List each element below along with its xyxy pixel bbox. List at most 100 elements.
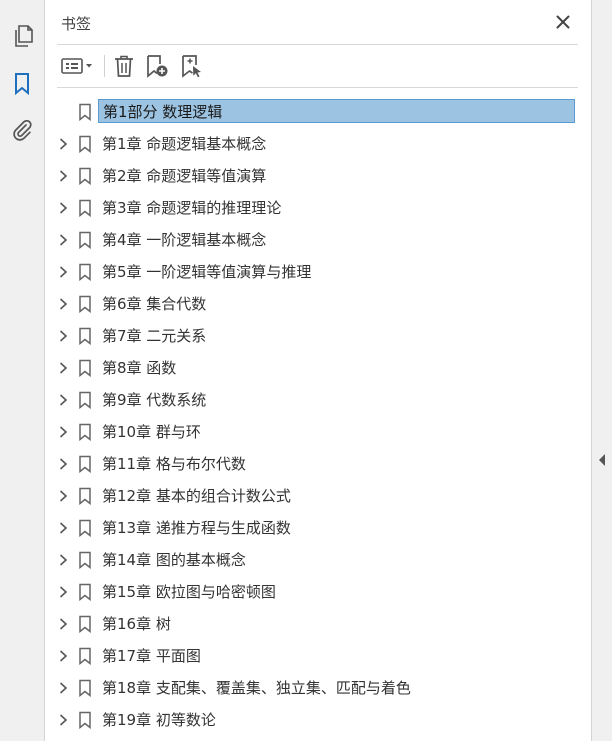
bookmark-icon bbox=[79, 583, 91, 601]
bookmark-label[interactable]: 第12章 基本的组合计数公式 bbox=[98, 484, 295, 508]
bookmark-item[interactable]: 第6章 集合代数 bbox=[45, 288, 591, 320]
toolbar-divider bbox=[57, 87, 578, 88]
toolbar-separator bbox=[104, 55, 105, 77]
chevron-right-icon[interactable] bbox=[56, 137, 70, 151]
bookmark-label[interactable]: 第7章 二元关系 bbox=[98, 324, 210, 348]
chevron-right-icon[interactable] bbox=[56, 329, 70, 343]
header-divider bbox=[57, 44, 578, 45]
trash-icon bbox=[115, 55, 133, 77]
bookmark-label[interactable]: 第5章 一阶逻辑等值演算与推理 bbox=[98, 260, 315, 284]
bookmark-item[interactable]: 第12章 基本的组合计数公式 bbox=[45, 480, 591, 512]
new-bookmark-button[interactable] bbox=[144, 52, 170, 80]
bookmark-item[interactable]: 第3章 命题逻辑的推理理论 bbox=[45, 192, 591, 224]
pages-icon bbox=[15, 25, 33, 47]
panel-title: 书签 bbox=[61, 15, 92, 33]
collapse-rail[interactable] bbox=[591, 0, 612, 741]
bookmark-item[interactable]: 第1部分 数理逻辑 bbox=[45, 96, 591, 128]
bookmark-item[interactable]: 第5章 一阶逻辑等值演算与推理 bbox=[45, 256, 591, 288]
chevron-right-icon[interactable] bbox=[56, 297, 70, 311]
bookmark-icon bbox=[79, 615, 91, 633]
bookmark-label[interactable]: 第1章 命题逻辑基本概念 bbox=[98, 132, 270, 156]
bookmarks-toolbar bbox=[45, 46, 591, 86]
bookmark-item[interactable]: 第9章 代数系统 bbox=[45, 384, 591, 416]
bookmark-icon bbox=[79, 551, 91, 569]
bookmark-label[interactable]: 第6章 集合代数 bbox=[98, 292, 210, 316]
bookmark-item[interactable]: 第4章 一阶逻辑基本概念 bbox=[45, 224, 591, 256]
bookmark-icon bbox=[79, 711, 91, 729]
bookmark-icon bbox=[79, 519, 91, 537]
chevron-right-icon[interactable] bbox=[56, 617, 70, 631]
bookmark-label[interactable]: 第14章 图的基本概念 bbox=[98, 548, 250, 572]
bookmark-icon bbox=[79, 327, 91, 345]
bookmark-item[interactable]: 第13章 递推方程与生成函数 bbox=[45, 512, 591, 544]
collapse-arrow-icon bbox=[599, 454, 605, 466]
attachment-icon bbox=[13, 119, 32, 141]
options-menu-icon bbox=[61, 58, 92, 74]
bookmark-item[interactable]: 第14章 图的基本概念 bbox=[45, 544, 591, 576]
chevron-right-icon[interactable] bbox=[56, 713, 70, 727]
chevron-right-icon[interactable] bbox=[56, 681, 70, 695]
bookmark-label[interactable]: 第15章 欧拉图与哈密顿图 bbox=[98, 580, 280, 604]
chevron-right-icon[interactable] bbox=[56, 233, 70, 247]
page-thumbnails-button[interactable] bbox=[8, 22, 36, 50]
chevron-right-icon[interactable] bbox=[56, 585, 70, 599]
chevron-right-icon[interactable] bbox=[56, 425, 70, 439]
chevron-right-icon[interactable] bbox=[56, 265, 70, 279]
bookmark-icon bbox=[79, 199, 91, 217]
bookmark-item[interactable]: 第11章 格与布尔代数 bbox=[45, 448, 591, 480]
bookmark-item[interactable]: 第15章 欧拉图与哈密顿图 bbox=[45, 576, 591, 608]
chevron-right-icon[interactable] bbox=[56, 457, 70, 471]
bookmarks-panel: 书签 第1部分 数理逻辑 第1章 命题逻辑基本概念 第2章 命题逻辑等值演算 第… bbox=[45, 0, 591, 741]
bookmark-label[interactable]: 第16章 树 bbox=[98, 612, 175, 636]
chevron-right-icon[interactable] bbox=[56, 393, 70, 407]
bookmark-label[interactable]: 第3章 命题逻辑的推理理论 bbox=[98, 196, 285, 220]
bookmark-icon bbox=[79, 647, 91, 665]
bookmark-item[interactable]: 第17章 平面图 bbox=[45, 640, 591, 672]
bookmark-item[interactable]: 第16章 树 bbox=[45, 608, 591, 640]
bookmark-icon bbox=[79, 359, 91, 377]
bookmark-label[interactable]: 第1部分 数理逻辑 bbox=[98, 99, 575, 123]
bookmark-icon bbox=[79, 167, 91, 185]
panel-header: 书签 bbox=[45, 0, 591, 45]
bookmark-label[interactable]: 第17章 平面图 bbox=[98, 644, 205, 668]
bookmark-item[interactable]: 第19章 初等数论 bbox=[45, 704, 591, 736]
chevron-right-icon[interactable] bbox=[56, 201, 70, 215]
bookmark-label[interactable]: 第10章 群与环 bbox=[98, 420, 205, 444]
bookmark-label[interactable]: 第4章 一阶逻辑基本概念 bbox=[98, 228, 270, 252]
options-menu-button[interactable] bbox=[59, 52, 97, 80]
bookmark-label[interactable]: 第13章 递推方程与生成函数 bbox=[98, 516, 295, 540]
bookmark-item[interactable]: 第8章 函数 bbox=[45, 352, 591, 384]
chevron-right-icon[interactable] bbox=[56, 553, 70, 567]
bookmark-item[interactable]: 第1章 命题逻辑基本概念 bbox=[45, 128, 591, 160]
bookmark-label[interactable]: 第8章 函数 bbox=[98, 356, 180, 380]
chevron-right-icon[interactable] bbox=[56, 489, 70, 503]
bookmark-item[interactable]: 第7章 二元关系 bbox=[45, 320, 591, 352]
bookmark-icon bbox=[79, 263, 91, 281]
bookmark-item[interactable]: 第18章 支配集、覆盖集、独立集、匹配与着色 bbox=[45, 672, 591, 704]
bookmark-label[interactable]: 第18章 支配集、覆盖集、独立集、匹配与着色 bbox=[98, 676, 415, 700]
new-bookmark-icon bbox=[147, 55, 168, 78]
bookmark-label[interactable]: 第11章 格与布尔代数 bbox=[98, 452, 250, 476]
bookmark-label[interactable]: 第19章 初等数论 bbox=[98, 708, 220, 732]
bookmark-from-structure-button[interactable] bbox=[179, 52, 205, 80]
chevron-right-icon[interactable] bbox=[56, 361, 70, 375]
chevron-right-icon[interactable] bbox=[56, 649, 70, 663]
bookmark-icon bbox=[79, 423, 91, 441]
bookmark-label[interactable]: 第9章 代数系统 bbox=[98, 388, 210, 412]
chevron-right-icon[interactable] bbox=[56, 521, 70, 535]
bookmark-icon bbox=[79, 487, 91, 505]
bookmark-icon bbox=[79, 103, 91, 121]
bookmark-from-structure-icon bbox=[182, 55, 201, 78]
chevron-right-icon[interactable] bbox=[56, 169, 70, 183]
bookmark-icon bbox=[79, 391, 91, 409]
bookmark-item[interactable]: 第10章 群与环 bbox=[45, 416, 591, 448]
close-icon bbox=[556, 15, 570, 29]
bookmark-label[interactable]: 第2章 命题逻辑等值演算 bbox=[98, 164, 270, 188]
bookmarks-button[interactable] bbox=[8, 70, 36, 98]
attachments-button[interactable] bbox=[8, 116, 36, 144]
bookmark-item[interactable]: 第2章 命题逻辑等值演算 bbox=[45, 160, 591, 192]
close-panel-button[interactable] bbox=[553, 12, 573, 32]
delete-bookmark-button[interactable] bbox=[111, 52, 137, 80]
bookmark-icon bbox=[79, 455, 91, 473]
navigation-rail bbox=[0, 0, 45, 741]
